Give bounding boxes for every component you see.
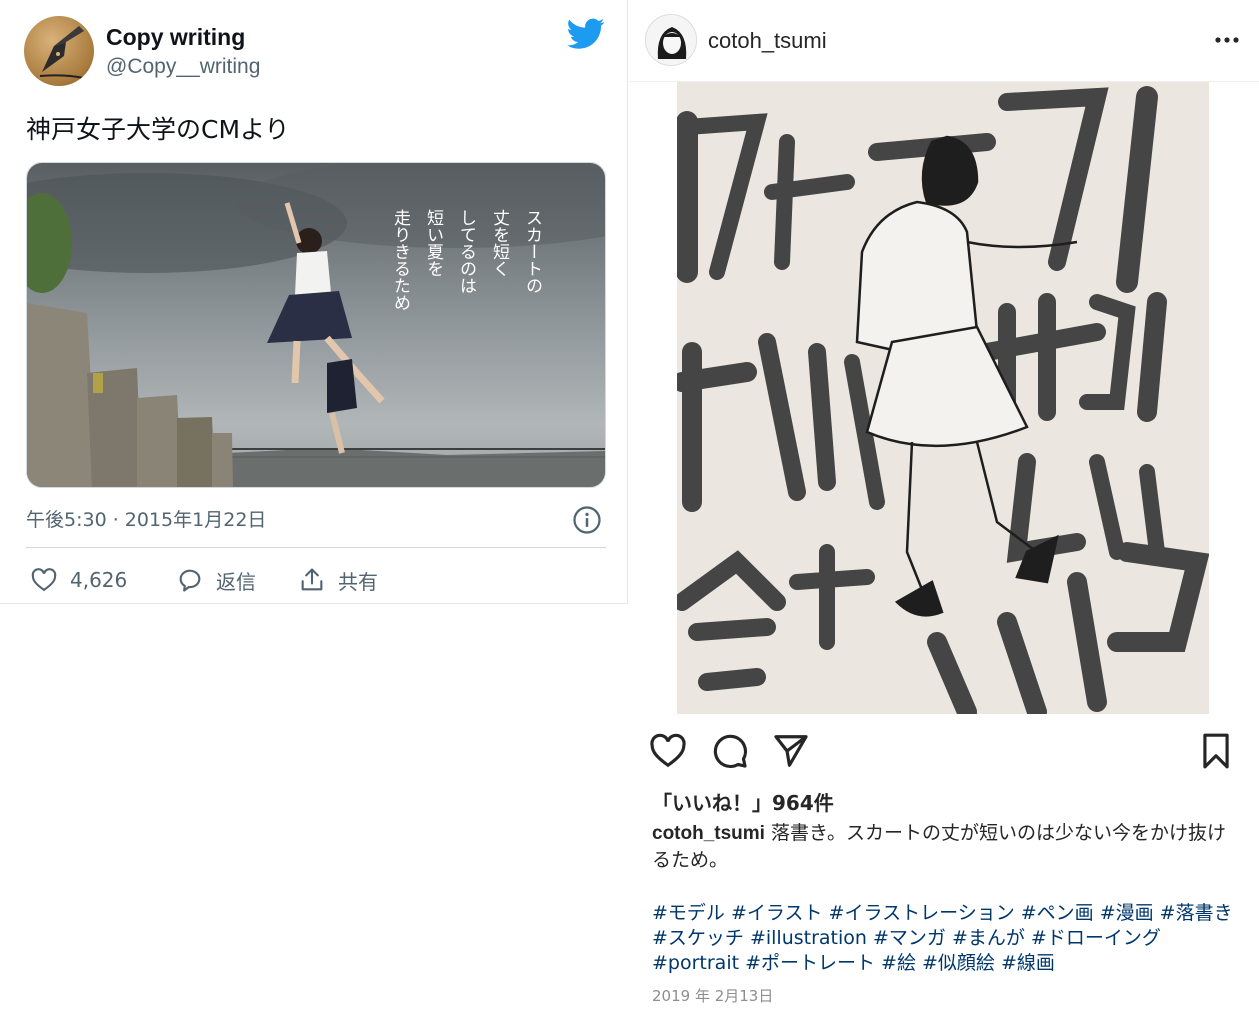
post-image[interactable] <box>677 82 1209 714</box>
tweet-photo[interactable]: スカートの 丈を短く してるのは 短い夏を 走りきるため <box>26 162 606 488</box>
tweet-timestamp[interactable]: 午後5:30 · 2015年1月22日 <box>26 505 266 532</box>
media-copy-line-2: 丈を短く <box>489 209 510 277</box>
media-copy-line-1: スカートの <box>522 209 542 294</box>
more-icon[interactable] <box>1212 30 1242 50</box>
author-name[interactable]: Copy writing <box>106 24 245 51</box>
ink-drawing-illustration <box>677 82 1209 714</box>
jumping-girl-photo: スカートの 丈を短く してるのは 短い夏を 走りきるため <box>27 163 605 487</box>
share-button[interactable]: 共有 <box>298 565 378 595</box>
media-copy-line-4: 短い夏を <box>423 209 444 277</box>
tweet-card: Copy writing @Copy__writing 神戸女子大学のCMより <box>0 0 628 604</box>
like-button[interactable]: 4,626 <box>30 565 127 595</box>
heart-icon <box>31 568 57 592</box>
bookmark-icon[interactable] <box>1197 732 1235 770</box>
send-icon[interactable] <box>772 732 810 770</box>
hashtag-list[interactable]: #モデル #イラスト #イラストレーション #ペン画 #漫画 #落書き #スケッ… <box>652 901 1237 976</box>
media-copy-line-3: してるのは <box>456 209 476 294</box>
portrait-sketch-icon <box>646 15 696 65</box>
share-label: 共有 <box>338 569 378 594</box>
reply-icon <box>179 569 201 592</box>
share-icon <box>301 568 323 591</box>
reply-button[interactable]: 返信 <box>176 565 256 595</box>
user-avatar[interactable] <box>645 14 697 66</box>
fountain-pen-icon <box>39 26 85 79</box>
post-caption: cotoh_tsumi 落書き。スカートの丈が短いのは少ない今をかけ抜けるため。 <box>652 820 1237 874</box>
post-username[interactable]: cotoh_tsumi <box>708 28 827 54</box>
heart-icon[interactable] <box>649 732 687 770</box>
media-copy-line-5: 走りきるため <box>390 209 411 311</box>
author-handle[interactable]: @Copy__writing <box>106 55 260 79</box>
twitter-bird-icon[interactable] <box>567 18 605 50</box>
post-date[interactable]: 2019 年 2月13日 <box>652 985 773 1006</box>
caption-username[interactable]: cotoh_tsumi <box>652 823 765 844</box>
reply-label: 返信 <box>216 569 256 594</box>
author-avatar[interactable] <box>24 16 94 86</box>
likes-count[interactable]: 「いいね！」964件 <box>652 787 834 816</box>
tweet-text: 神戸女子大学のCMより <box>26 115 290 144</box>
tweet-divider <box>26 547 606 548</box>
comment-icon[interactable] <box>711 732 749 770</box>
info-icon[interactable] <box>572 505 602 535</box>
instagram-post: cotoh_tsumi 「いいね！」964件 cotoh_tsumi 落書き。ス… <box>629 0 1259 1024</box>
like-count: 4,626 <box>70 568 128 592</box>
post-header: cotoh_tsumi <box>629 0 1259 82</box>
